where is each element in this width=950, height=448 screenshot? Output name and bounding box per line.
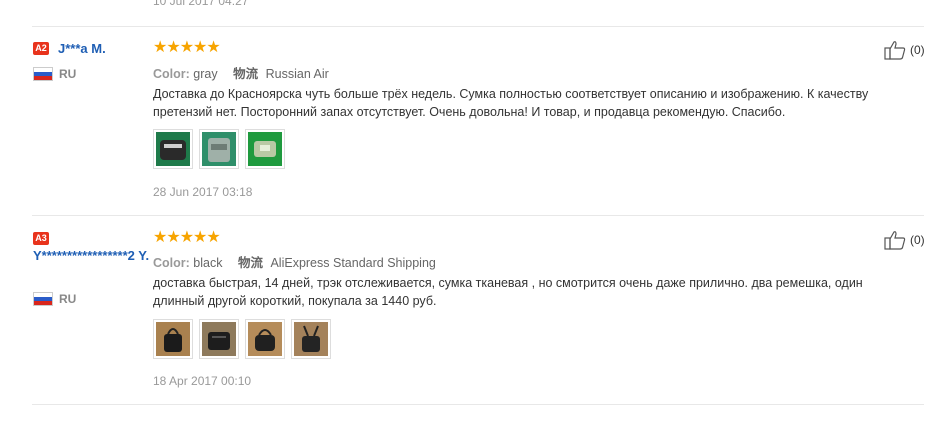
helpful-count: (0) (910, 233, 925, 247)
shipping-value: Russian Air (265, 67, 329, 81)
review-divider (32, 404, 924, 405)
order-info: Color: black 物流 AliExpress Standard Ship… (153, 252, 448, 271)
review-photo-thumbnail[interactable] (199, 129, 239, 169)
previous-review-date: 10 Jul 2017 04:27 (153, 0, 249, 8)
russia-flag-icon (33, 67, 53, 81)
review-photos (153, 319, 331, 359)
review-item: A3 Y*****************2 Y. RU ★★★★★ (0) C… (0, 216, 950, 404)
review-date: 28 Jun 2017 03:18 (153, 185, 253, 199)
color-value: gray (193, 67, 218, 81)
thumbs-up-icon (884, 41, 906, 60)
color-value: black (193, 256, 223, 270)
reviewer-country: RU (33, 67, 76, 81)
color-label: Color: (153, 256, 190, 270)
review-date: 18 Apr 2017 00:10 (153, 374, 252, 388)
review-item: A2 J***a M. RU ★★★★★ (0) Color: gray 物流 … (0, 27, 950, 215)
color-label: Color: (153, 67, 190, 81)
order-info: Color: gray 物流 Russian Air (153, 63, 341, 82)
reviewer-name[interactable]: J***a M. (58, 41, 148, 57)
helpful-count: (0) (910, 43, 925, 57)
review-photo-thumbnail[interactable] (199, 319, 239, 359)
bag-photo-icon (202, 132, 236, 166)
country-label: RU (59, 67, 77, 81)
review-photo-thumbnail[interactable] (153, 319, 193, 359)
country-label: RU (59, 292, 77, 306)
russia-flag-icon (33, 292, 53, 306)
bag-photo-icon (248, 322, 282, 356)
star-rating: ★★★★★ (153, 229, 221, 246)
buyer-level-badge: A3 (33, 232, 49, 245)
reviewer-country: RU (33, 292, 76, 306)
helpful-button[interactable]: (0) (884, 40, 925, 60)
shipping-value: AliExpress Standard Shipping (270, 256, 436, 270)
review-photo-thumbnail[interactable] (245, 129, 285, 169)
bag-photo-icon (294, 322, 328, 356)
thumbs-up-icon (884, 231, 906, 250)
helpful-button[interactable]: (0) (884, 230, 925, 250)
shipping-label: 物流 (233, 67, 259, 81)
star-rating: ★★★★★ (153, 39, 221, 56)
review-photos (153, 129, 285, 169)
review-photo-thumbnail[interactable] (153, 129, 193, 169)
bag-photo-icon (248, 132, 282, 166)
review-text: Доставка до Красноярска чуть больше трёх… (153, 87, 869, 119)
bag-photo-icon (156, 322, 190, 356)
shipping-label: 物流 (237, 256, 263, 270)
review-photo-thumbnail[interactable] (245, 319, 285, 359)
review-photo-thumbnail[interactable] (291, 319, 331, 359)
bag-photo-icon (202, 322, 236, 356)
review-text: доставка быстрая, 14 дней, трэк отслежив… (153, 276, 863, 308)
buyer-level-badge: A2 (33, 42, 49, 55)
bag-photo-icon (156, 132, 190, 166)
